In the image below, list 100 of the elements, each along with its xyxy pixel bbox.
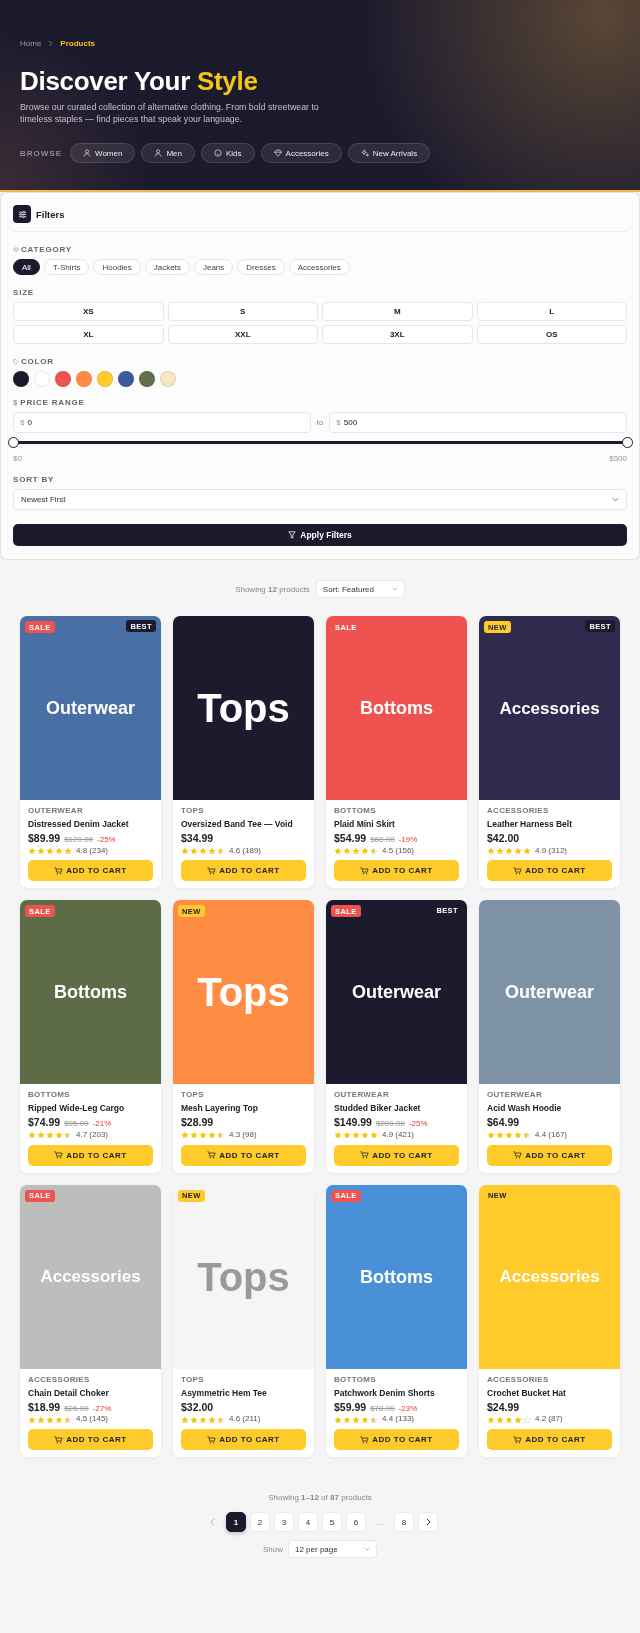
per-page-dropdown[interactable]: 12 per page	[288, 1540, 377, 1559]
slider-handle[interactable]	[622, 437, 633, 448]
rating-text: 4.2 (87)	[535, 1415, 563, 1425]
page-button[interactable]: 6	[346, 1512, 366, 1533]
size-button[interactable]: XS	[13, 302, 164, 321]
cart-icon	[513, 866, 523, 875]
category-chip[interactable]: Accessories	[260, 143, 342, 164]
add-to-cart-button[interactable]: ADD TO CART	[181, 1429, 306, 1451]
product-name[interactable]: Leather Harness Belt	[487, 818, 612, 829]
product-name[interactable]: Crochet Bucket Hat	[487, 1387, 612, 1398]
page-button[interactable]: 8	[394, 1512, 414, 1533]
size-button[interactable]: M	[322, 302, 473, 321]
size-button[interactable]: XXL	[167, 325, 318, 344]
tag-icon	[13, 358, 19, 365]
apply-filters-button[interactable]: Apply Filters	[13, 524, 627, 546]
chevron-down-icon	[391, 587, 398, 591]
category-chip[interactable]: Hoodies	[93, 259, 141, 275]
category-chip[interactable]: Kids	[201, 143, 255, 164]
page-button[interactable]: 2	[250, 1512, 270, 1533]
min-price-field[interactable]: $ 0	[13, 412, 311, 433]
cart-icon	[54, 1435, 64, 1444]
product-name[interactable]: Patchwork Denim Shorts	[334, 1387, 459, 1398]
category-chip[interactable]: Jeans	[193, 259, 234, 275]
breadcrumb-link[interactable]: Products	[60, 39, 95, 48]
page-button[interactable]: 5	[322, 1512, 342, 1533]
original-price: $120.00	[64, 835, 94, 845]
add-to-cart-button[interactable]: ADD TO CART	[28, 1144, 153, 1166]
add-to-cart-button[interactable]: ADD TO CART	[181, 860, 306, 882]
product-name[interactable]: Acid Wash Hoodie	[487, 1103, 612, 1114]
category-chip[interactable]: Men	[141, 143, 195, 164]
product-name[interactable]: Studded Biker Jacket	[334, 1103, 459, 1114]
page-button[interactable]: 1	[226, 1512, 246, 1533]
product-price: $34.99	[181, 832, 214, 845]
add-to-cart-button[interactable]: ADD TO CART	[487, 1144, 612, 1166]
product-name[interactable]: Mesh Layering Top	[181, 1103, 306, 1114]
add-to-cart-button[interactable]: ADD TO CART	[334, 860, 459, 882]
original-price: $95.00	[64, 1119, 89, 1129]
add-to-cart-button[interactable]: ADD TO CART	[28, 1429, 153, 1451]
section-label: SORT BY	[13, 475, 55, 484]
product-category: TOPS	[181, 1091, 205, 1101]
add-to-cart-button[interactable]: ADD TO CART	[181, 1144, 306, 1166]
product-price: $28.99	[181, 1116, 214, 1129]
sort-dropdown[interactable]: Sort: Featured	[315, 580, 405, 598]
image-label: Accessories	[499, 699, 600, 717]
add-to-cart-button[interactable]: ADD TO CART	[487, 1429, 612, 1451]
cart-icon	[360, 1435, 370, 1444]
category-chip[interactable]: Women	[70, 143, 136, 164]
color-swatch[interactable]	[97, 371, 113, 387]
category-chip[interactable]: T-Shirts	[43, 259, 90, 275]
category-chip[interactable]: Dresses	[237, 259, 285, 275]
image-label: Bottoms	[360, 1267, 433, 1286]
cart-icon	[360, 866, 370, 875]
size-button[interactable]: 3XL	[322, 325, 473, 344]
category-chip[interactable]: Accessories	[288, 259, 350, 275]
rating-text: 4.8 (234)	[76, 846, 109, 856]
color-swatch[interactable]	[55, 371, 71, 387]
product-name[interactable]: Oversized Band Tee — Void	[181, 818, 306, 829]
color-swatch[interactable]	[118, 371, 134, 387]
product-name[interactable]: Plaid Mini Skirt	[334, 818, 459, 829]
image-label: Tops	[197, 972, 290, 1013]
page-button[interactable]: 3	[274, 1512, 294, 1533]
rating-text: 4.9 (312)	[535, 846, 568, 856]
product-name[interactable]: Chain Detail Choker	[28, 1387, 153, 1398]
product-card[interactable]: Tops TOPS Oversized Band Tee — Void $34.99 4.6 (189) ADD TO CART	[173, 616, 314, 889]
product-price: $54.99	[334, 832, 367, 845]
max-price-field[interactable]: $ 500	[329, 412, 627, 433]
product-category: BOTTOMS	[334, 1375, 377, 1385]
product-category: ACCESSORIES	[487, 1375, 550, 1385]
size-button[interactable]: XL	[13, 325, 164, 344]
add-to-cart-button[interactable]: ADD TO CART	[28, 860, 153, 882]
size-button[interactable]: OS	[476, 325, 627, 344]
product-category: OUTERWEAR	[28, 807, 84, 816]
gem-icon	[273, 149, 282, 158]
product-name[interactable]: Ripped Wide-Leg Cargo	[28, 1103, 153, 1114]
add-to-cart-button[interactable]: ADD TO CART	[334, 1144, 459, 1166]
product-category: TOPS	[181, 807, 205, 816]
size-button[interactable]: S	[167, 302, 318, 321]
rating-text: 4.6 (189)	[229, 846, 262, 856]
color-swatch[interactable]	[13, 371, 29, 387]
sort-dropdown[interactable]: Newest First	[13, 489, 627, 510]
category-chip[interactable]: New Arrivals	[347, 143, 431, 164]
color-swatch[interactable]	[160, 371, 176, 387]
product-name[interactable]: Asymmetric Hem Tee	[181, 1387, 306, 1398]
image-label: Outerwear	[351, 983, 441, 1002]
color-swatch[interactable]	[139, 371, 155, 387]
product-category: TOPS	[181, 1375, 205, 1385]
discount-label: -19%	[398, 835, 418, 845]
add-to-cart-button[interactable]: ADD TO CART	[334, 1429, 459, 1451]
category-chip[interactable]: Jackets	[144, 259, 190, 275]
product-card[interactable]: Outerwear OUTERWEAR Acid Wash Hoodie $64.99 4.4 (167) ADD TO CART	[479, 900, 620, 1173]
color-swatch[interactable]	[76, 371, 92, 387]
product-name[interactable]: Distressed Denim Jacket	[28, 818, 153, 829]
page-button[interactable]: 4	[298, 1512, 318, 1533]
size-button[interactable]: L	[476, 302, 627, 321]
add-to-cart-button[interactable]: ADD TO CART	[487, 860, 612, 882]
chevron-icon	[48, 40, 54, 47]
product-category: ACCESSORIES	[487, 807, 550, 816]
slider-handle[interactable]	[8, 437, 19, 448]
breadcrumb-link[interactable]: Home	[20, 39, 42, 48]
category-chip[interactable]: All	[13, 259, 40, 275]
